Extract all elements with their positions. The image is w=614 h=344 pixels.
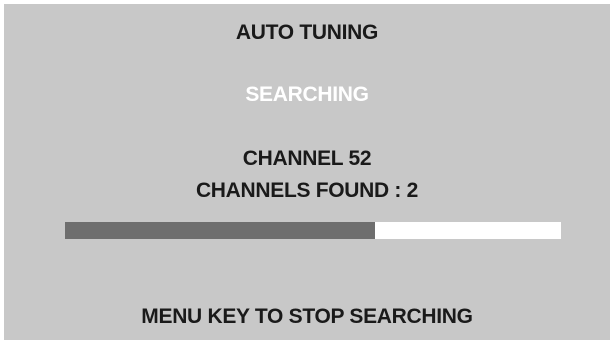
current-channel: CHANNEL 52: [242, 147, 372, 170]
search-progress-bar: [65, 222, 561, 239]
channels-found-count: CHANNELS FOUND : 2: [195, 179, 419, 202]
stop-search-hint: MENU KEY TO STOP SEARCHING: [141, 305, 473, 328]
menu-title: AUTO TUNING: [235, 21, 379, 44]
auto-tuning-screen: AUTO TUNING SEARCHING CHANNEL 52 CHANNEL…: [4, 4, 610, 340]
search-progress-fill: [65, 222, 375, 239]
search-status: SEARCHING: [245, 83, 369, 106]
